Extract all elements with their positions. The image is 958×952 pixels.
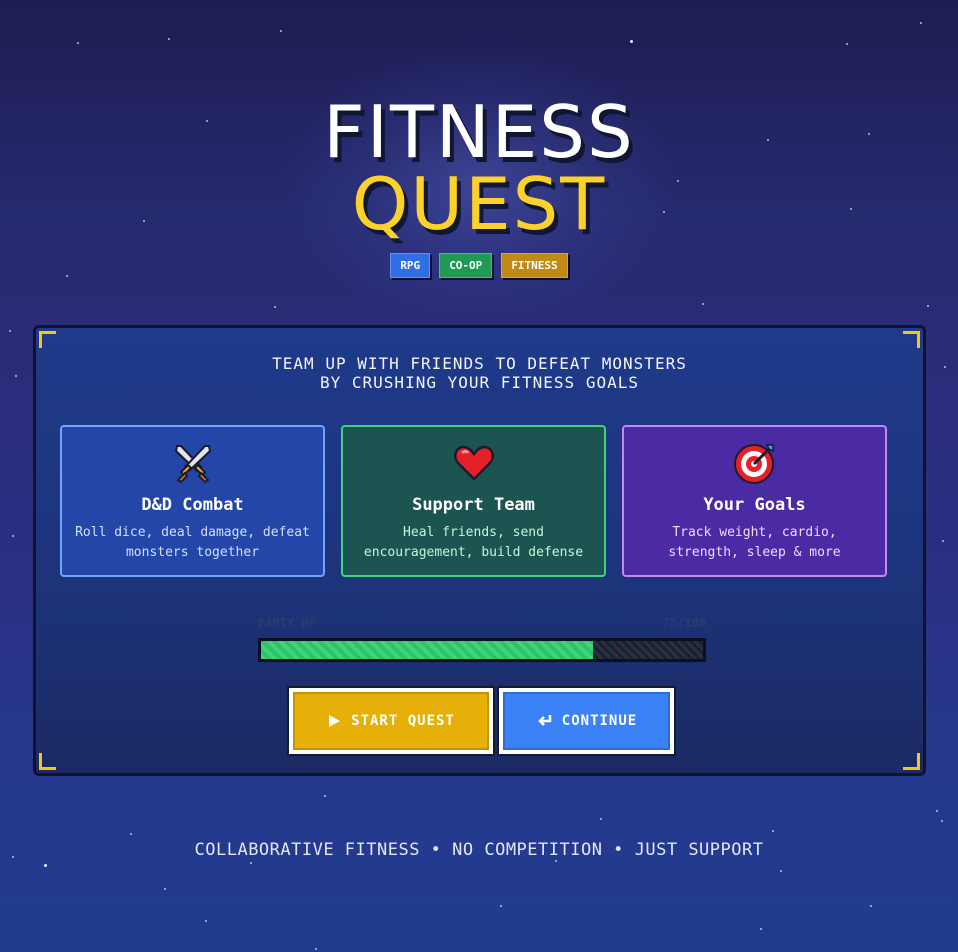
corner-accent xyxy=(39,753,56,770)
party-hp-fill xyxy=(261,641,593,659)
card-description: Roll dice, deal damage, defeat monsters … xyxy=(75,525,310,560)
tagline-line-1: TEAM UP WITH FRIENDS TO DEFEAT MONSTERS xyxy=(272,354,687,373)
card-title: Your Goals xyxy=(703,495,806,515)
feature-card-support: Support Team Heal friends, send encourag… xyxy=(341,425,606,577)
crossed-swords-icon xyxy=(62,441,323,485)
tag-fitness: FITNESS xyxy=(501,253,568,278)
tagline-line-2: BY CRUSHING YOUR FITNESS GOALS xyxy=(320,373,639,392)
play-icon xyxy=(329,715,341,727)
tag-coop: CO-OP xyxy=(439,253,493,278)
footer-tagline: COLLABORATIVE FITNESS • NO COMPETITION •… xyxy=(194,840,764,860)
continue-button[interactable]: CONTINUE xyxy=(497,686,676,756)
corner-accent xyxy=(903,753,920,770)
heart-icon xyxy=(343,441,604,485)
tag-rpg: RPG xyxy=(390,253,431,278)
party-hp-label: PARTY HP xyxy=(258,616,316,630)
continue-label: CONTINUE xyxy=(561,713,638,729)
title-quest: QUEST xyxy=(351,162,607,246)
card-description: Heal friends, send encouragement, build … xyxy=(363,525,584,560)
card-title: Support Team xyxy=(412,495,535,515)
target-icon xyxy=(624,441,885,485)
title-fitness: FITNESS xyxy=(323,90,635,174)
tagline: TEAM UP WITH FRIENDS TO DEFEAT MONSTERS … xyxy=(36,354,923,392)
corner-accent xyxy=(903,331,920,348)
return-arrow-icon xyxy=(538,715,552,726)
feature-card-combat: D&D Combat Roll dice, deal damage, defea… xyxy=(60,425,325,577)
feature-card-goals: Your Goals Track weight, cardio, strengt… xyxy=(622,425,887,577)
feature-cards: D&D Combat Roll dice, deal damage, defea… xyxy=(60,425,887,577)
card-title: D&D Combat xyxy=(141,495,244,515)
card-description: Track weight, cardio, strength, sleep & … xyxy=(668,525,841,560)
party-hp-bar xyxy=(258,638,706,662)
main-panel: TEAM UP WITH FRIENDS TO DEFEAT MONSTERS … xyxy=(33,325,926,776)
party-hp-value: 75/100 xyxy=(662,616,706,630)
start-quest-label: START QUEST xyxy=(351,713,455,729)
corner-accent xyxy=(39,331,56,348)
tag-list: RPG CO-OP FITNESS xyxy=(0,253,958,278)
action-buttons: START QUEST CONTINUE xyxy=(287,686,676,756)
start-quest-button[interactable]: START QUEST xyxy=(287,686,495,756)
